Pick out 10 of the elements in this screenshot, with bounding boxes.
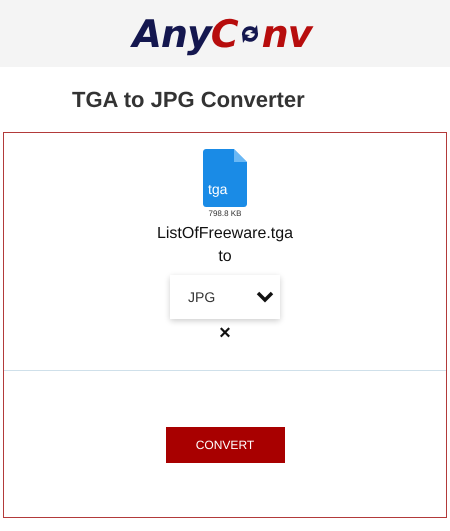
format-dropdown[interactable]: JPG [170, 275, 280, 319]
remove-button[interactable]: × [219, 323, 231, 343]
convert-button[interactable]: CONVERT [166, 427, 284, 463]
page-title: TGA to JPG Converter [72, 87, 305, 113]
file-extension: tga [208, 181, 228, 197]
file-icon [203, 149, 247, 207]
file-size: 798.8 KB [208, 209, 242, 218]
file-name: ListOfFreeware.tga [156, 225, 294, 243]
to-label: to [218, 248, 232, 266]
chevron-down-icon [256, 291, 274, 303]
